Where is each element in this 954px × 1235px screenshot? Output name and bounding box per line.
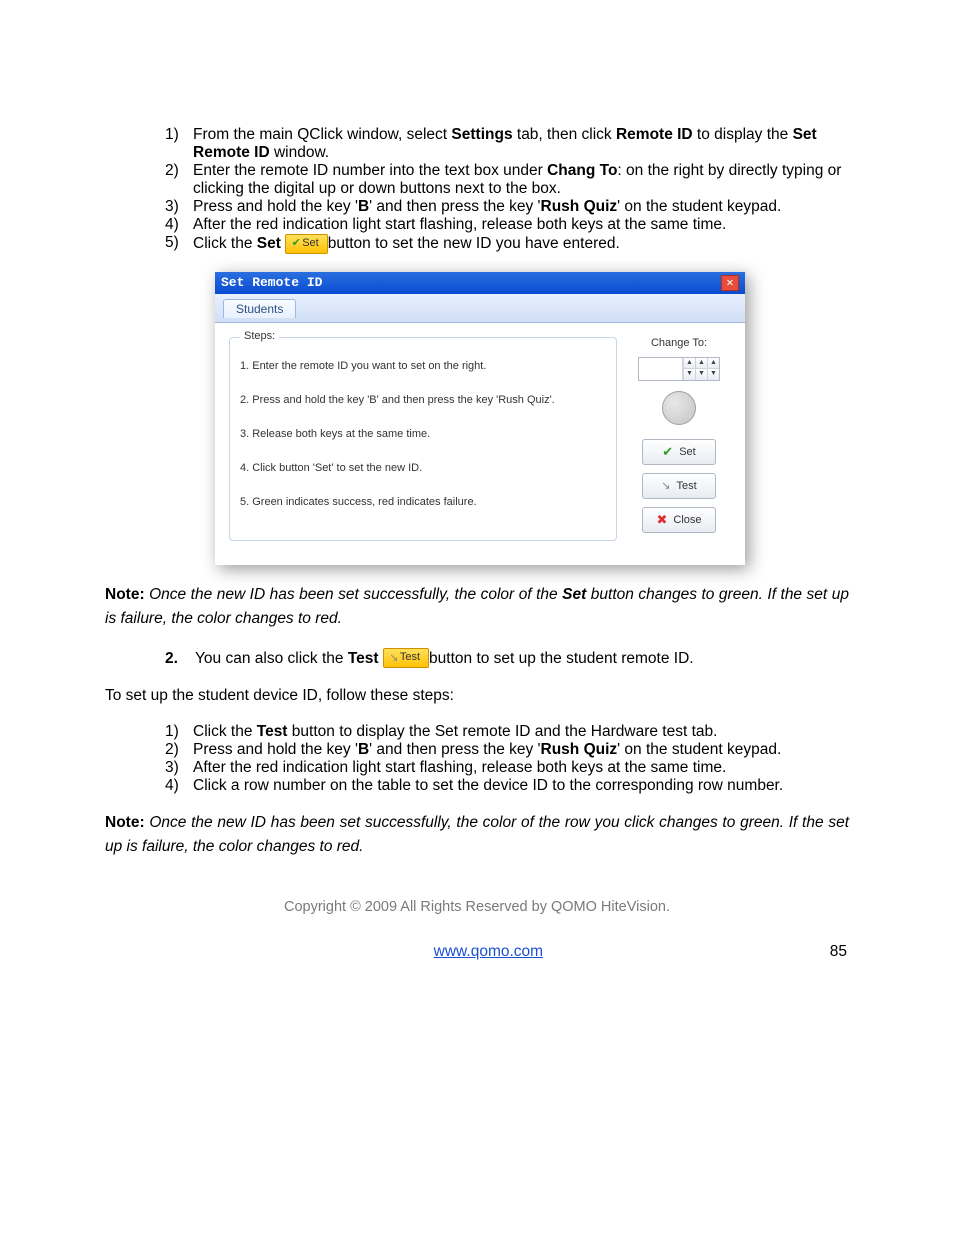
spin-down-icon[interactable]: ▼ (708, 368, 719, 380)
bold-text: Test (348, 650, 379, 667)
list-item-body: Click the Test button to display the Set… (193, 723, 717, 740)
bold-text: Settings (451, 126, 512, 143)
bold-text: Rush Quiz (541, 741, 618, 758)
spin-down-icon[interactable]: ▼ (696, 368, 707, 380)
steps-list-1: 1) From the main QClick window, select Se… (105, 126, 849, 254)
item-body: You can also click the Test ↘Testbutton … (195, 650, 694, 667)
status-indicator (662, 391, 696, 425)
close-button-label: Close (673, 514, 701, 526)
list-item-body: After the red indication light start fla… (193, 216, 726, 233)
document-page: 1) From the main QClick window, select Se… (0, 0, 954, 1011)
note-label: Note: (105, 586, 145, 603)
dialog-tabbar: Students (215, 294, 745, 323)
note-body: Once the new ID has been set successfull… (105, 814, 849, 855)
list-marker: 3) (165, 198, 179, 216)
note-2: Note: Once the new ID has been set succe… (105, 811, 849, 859)
list-item: 5)Click the Set ✔Setbutton to set the ne… (193, 234, 849, 254)
list-marker: 5) (165, 234, 179, 252)
set-button-label: Set (679, 446, 696, 458)
close-button[interactable]: ✖ Close (642, 507, 716, 533)
remote-id-input[interactable]: ▲▼ ▲▼ ▲▼ (638, 357, 720, 381)
inline-button: ↘Test (383, 648, 429, 668)
steps-groupbox-title: Steps: (240, 330, 279, 342)
list-item: 2)Press and hold the key 'B' and then pr… (193, 741, 849, 759)
page-number: 85 (830, 943, 847, 961)
list-item-body: Press and hold the key 'B' and then pres… (193, 198, 781, 215)
note-label: Note: (105, 814, 145, 831)
list-item: 1)Click the Test button to display the S… (193, 723, 849, 741)
list-item-body: Press and hold the key 'B' and then pres… (193, 741, 781, 758)
item-marker: 2. (165, 647, 195, 670)
inline-button-label: Test (400, 652, 420, 664)
list-item: 1)From the main QClick window, select Se… (193, 126, 849, 162)
list-marker: 4) (165, 777, 179, 795)
tab-students[interactable]: Students (223, 299, 296, 318)
list-item-body: From the main QClick window, select Sett… (193, 126, 817, 161)
list-item-body: Enter the remote ID number into the text… (193, 162, 841, 197)
dialog-titlebar: Set Remote ID ✕ (215, 272, 745, 294)
list-item: 2)Enter the remote ID number into the te… (193, 162, 849, 198)
step-line: 4. Click button 'Set' to set the new ID. (240, 462, 606, 474)
list-item: 3)Press and hold the key 'B' and then pr… (193, 198, 849, 216)
list-marker: 4) (165, 216, 179, 234)
bold-text: B (358, 198, 369, 215)
bold-text: Set (257, 235, 281, 252)
list-item-body: Click the Set ✔Setbutton to set the new … (193, 235, 620, 252)
footer-row: www.qomo.com 85 (105, 943, 849, 961)
list-marker: 2) (165, 741, 179, 759)
numbered-item-2: 2.You can also click the Test ↘Testbutto… (105, 647, 849, 670)
list-marker: 1) (165, 126, 179, 144)
list-marker: 2) (165, 162, 179, 180)
list-item: 4)Click a row number on the table to set… (193, 777, 849, 795)
note-1: Note: Once the new ID has been set succe… (105, 583, 849, 631)
list-marker: 1) (165, 723, 179, 741)
footer-link[interactable]: www.qomo.com (434, 943, 543, 961)
dialog-body: Steps: 1. Enter the remote ID you want t… (215, 323, 745, 565)
list-item-body: After the red indication light start fla… (193, 759, 726, 776)
footer-copyright: Copyright © 2009 All Rights Reserved by … (105, 899, 849, 915)
intro-line: To set up the student device ID, follow … (105, 684, 849, 707)
bold-text: Remote ID (616, 126, 693, 143)
list-marker: 3) (165, 759, 179, 777)
steps-groupbox: Steps: 1. Enter the remote ID you want t… (229, 337, 617, 541)
test-icon: ↘ (661, 479, 670, 492)
inline-button-icon: ✔ (290, 235, 302, 251)
bold-text: B (358, 741, 369, 758)
bold-text: Test (257, 723, 288, 740)
bold-text: Set (562, 586, 586, 603)
spin-down-icon[interactable]: ▼ (684, 368, 695, 380)
list-item: 3)After the red indication light start f… (193, 759, 849, 777)
inline-button: ✔Set (285, 234, 328, 254)
spin-up-icon[interactable]: ▲ (684, 358, 695, 369)
step-line: 5. Green indicates success, red indicate… (240, 496, 606, 508)
inline-button-icon: ↘ (388, 650, 400, 666)
list-item: 4)After the red indication light start f… (193, 216, 849, 234)
dialog-title-text: Set Remote ID (221, 275, 322, 290)
step-line: 1. Enter the remote ID you want to set o… (240, 360, 606, 372)
x-icon: ✖ (656, 512, 667, 528)
set-remote-id-dialog: Set Remote ID ✕ Students Steps: 1. Enter… (215, 272, 745, 565)
step-line: 3. Release both keys at the same time. (240, 428, 606, 440)
note-body: Once the new ID has been set successfull… (105, 586, 849, 627)
spin-up-icon[interactable]: ▲ (696, 358, 707, 369)
test-button-label: Test (677, 480, 697, 492)
list-item-body: Click a row number on the table to set t… (193, 777, 783, 794)
dialog-right-column: Change To: ▲▼ ▲▼ ▲▼ ✔ Set ↘ Test (627, 337, 731, 541)
close-icon[interactable]: ✕ (721, 275, 739, 291)
test-button[interactable]: ↘ Test (642, 473, 716, 499)
steps-list-2: 1) Click the Test button to display the S… (105, 723, 849, 795)
step-line: 2. Press and hold the key 'B' and then p… (240, 394, 606, 406)
spin-up-icon[interactable]: ▲ (708, 358, 719, 369)
check-icon: ✔ (662, 444, 673, 460)
bold-text: Rush Quiz (541, 198, 618, 215)
bold-text: Chang To (547, 162, 617, 179)
change-to-label: Change To: (627, 337, 731, 349)
set-button[interactable]: ✔ Set (642, 439, 716, 465)
inline-button-label: Set (302, 237, 319, 249)
